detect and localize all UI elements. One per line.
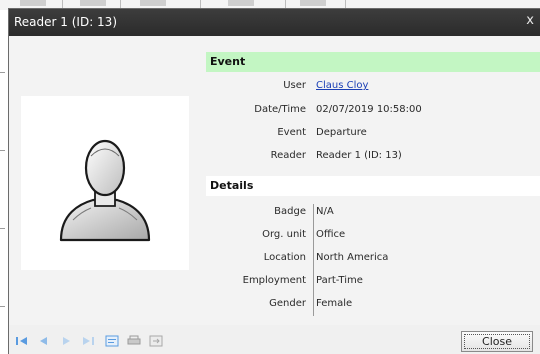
field-value: Departure bbox=[316, 127, 367, 138]
background-tick bbox=[0, 150, 5, 151]
field-value: North America bbox=[316, 252, 389, 263]
background-tool bbox=[300, 0, 326, 6]
close-button[interactable]: Close bbox=[461, 331, 533, 352]
screen: Reader 1 (ID: 13) x Event User Claus Clo… bbox=[0, 0, 540, 354]
event-section-header: Event bbox=[206, 52, 540, 72]
event-row-datetime: Date/Time 02/07/2019 10:58:00 bbox=[206, 101, 540, 119]
event-row-reader: Reader Reader 1 (ID: 13) bbox=[206, 147, 540, 165]
event-row-user: User Claus Cloy bbox=[206, 77, 540, 95]
field-label: Event bbox=[277, 127, 306, 138]
reader-dialog: Reader 1 (ID: 13) x Event User Claus Clo… bbox=[8, 8, 540, 354]
field-value: Part-Time bbox=[316, 275, 363, 286]
view-icon[interactable] bbox=[105, 335, 119, 347]
background-tick bbox=[0, 228, 5, 229]
field-label: Badge bbox=[274, 206, 306, 217]
first-record-icon[interactable] bbox=[15, 335, 29, 347]
last-record-icon[interactable] bbox=[81, 335, 95, 347]
background-tick bbox=[0, 72, 5, 73]
background-tick bbox=[0, 306, 5, 307]
print-icon[interactable] bbox=[127, 335, 141, 347]
previous-record-icon[interactable] bbox=[37, 335, 51, 347]
close-icon[interactable]: x bbox=[526, 13, 534, 29]
background-tool bbox=[20, 0, 46, 6]
field-label: User bbox=[283, 80, 306, 91]
next-record-icon[interactable] bbox=[59, 335, 73, 347]
field-value: Female bbox=[316, 298, 353, 309]
field-label: Date/Time bbox=[254, 104, 306, 115]
dialog-title: Reader 1 (ID: 13) bbox=[14, 15, 118, 29]
field-label: Org. unit bbox=[262, 229, 306, 240]
export-icon[interactable] bbox=[149, 335, 163, 347]
user-silhouette-icon bbox=[59, 139, 151, 242]
field-label: Gender bbox=[269, 298, 306, 309]
background-tool bbox=[228, 0, 254, 6]
details-row-employment: Employment Part-Time bbox=[206, 272, 540, 290]
background-tool bbox=[140, 0, 166, 6]
details-section-header: Details bbox=[206, 176, 540, 196]
field-value: N/A bbox=[316, 206, 334, 217]
field-value: Reader 1 (ID: 13) bbox=[316, 150, 402, 161]
details-row-location: Location North America bbox=[206, 249, 540, 267]
field-label: Reader bbox=[270, 150, 306, 161]
user-link[interactable]: Claus Cloy bbox=[316, 77, 368, 95]
user-photo bbox=[21, 96, 189, 270]
background-tool bbox=[80, 0, 106, 6]
dialog-footer: Close bbox=[9, 325, 540, 354]
field-value: Office bbox=[316, 229, 346, 240]
field-value: 02/07/2019 10:58:00 bbox=[316, 104, 422, 115]
details-row-badge: Badge N/A bbox=[206, 203, 540, 221]
details-row-org-unit: Org. unit Office bbox=[206, 226, 540, 244]
field-label: Location bbox=[263, 252, 306, 263]
dialog-titlebar[interactable]: Reader 1 (ID: 13) x bbox=[9, 9, 540, 36]
field-label: Employment bbox=[242, 275, 306, 286]
event-row-event: Event Departure bbox=[206, 124, 540, 142]
details-row-gender: Gender Female bbox=[206, 295, 540, 313]
